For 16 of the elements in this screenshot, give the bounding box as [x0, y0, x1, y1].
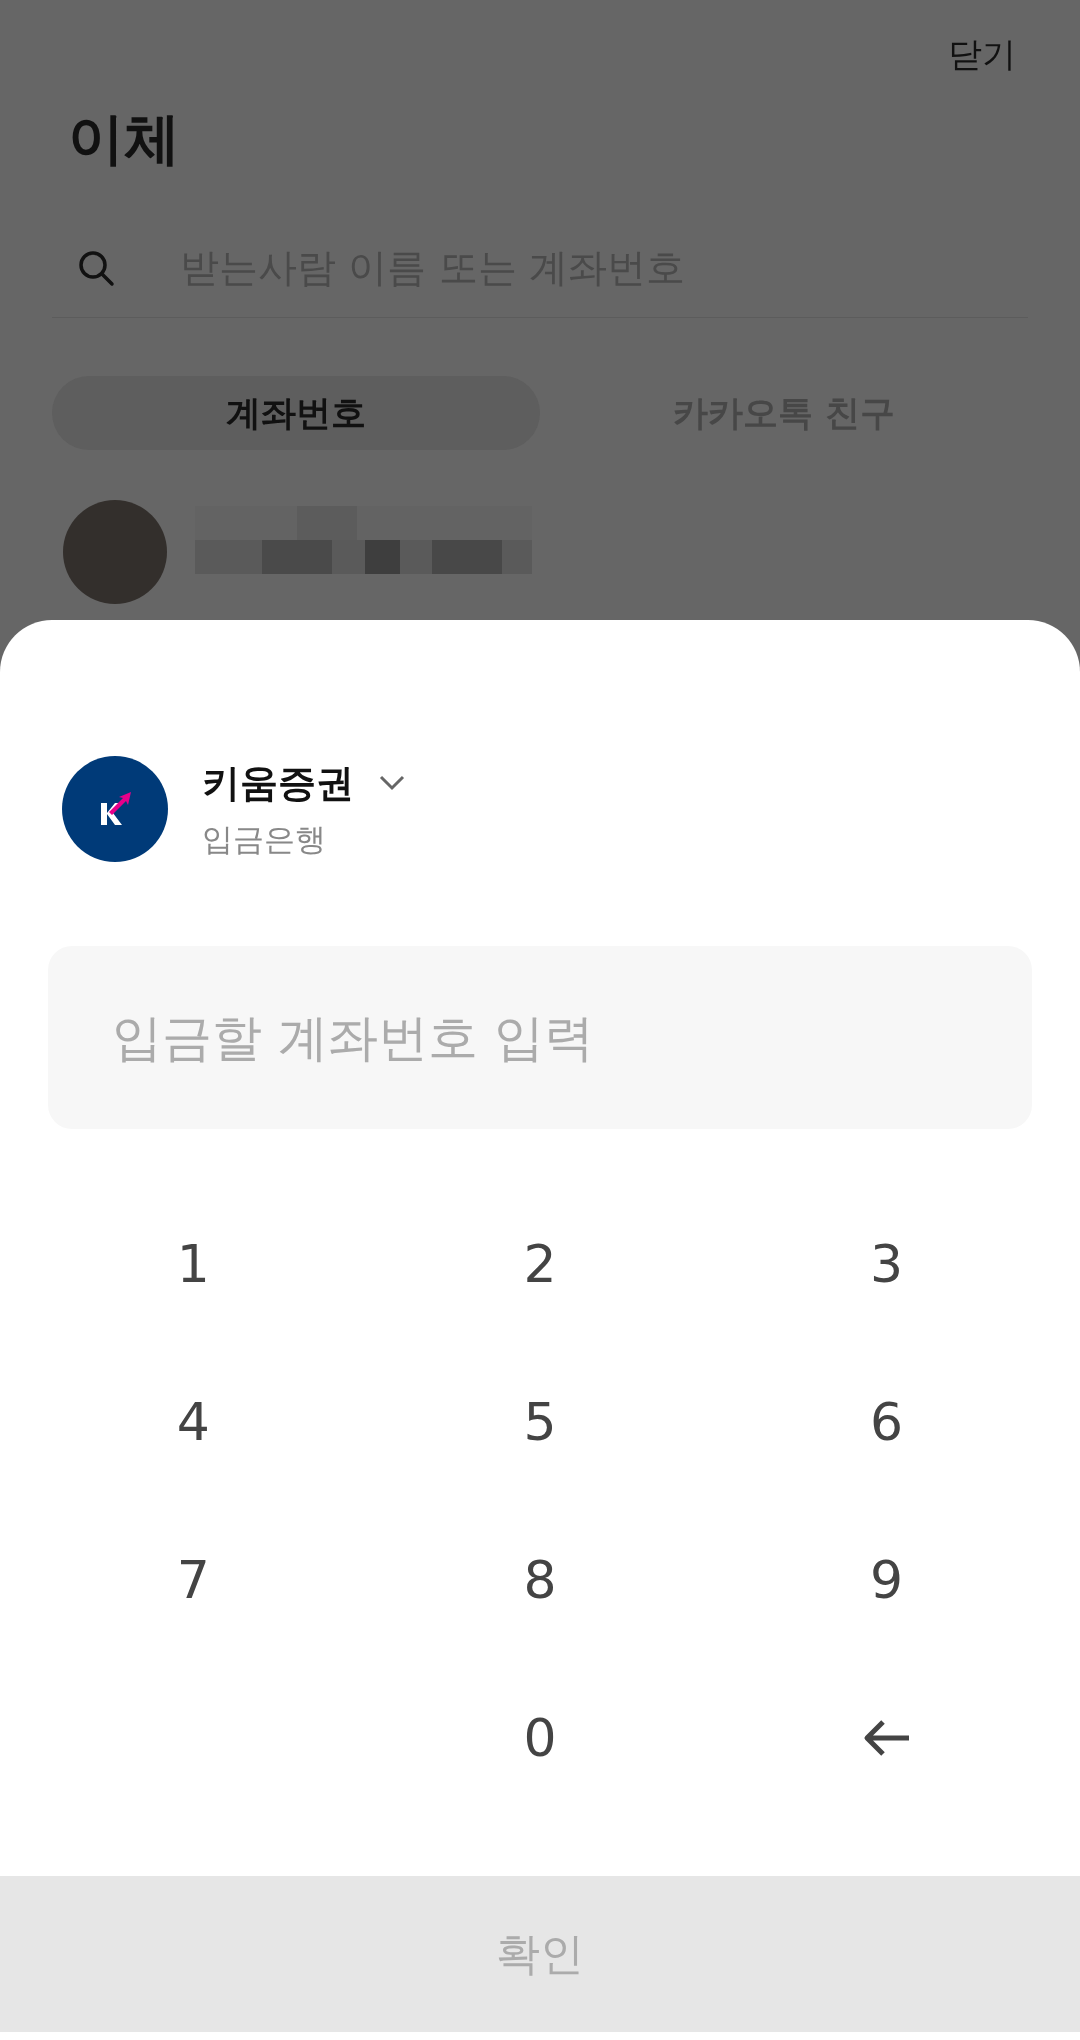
account-number-field[interactable]: 입금할 계좌번호 입력 [48, 946, 1032, 1129]
keypad-key[interactable]: 7 [152, 1540, 234, 1620]
page-title: 이체 [68, 105, 181, 173]
keypad-key[interactable]: 9 [846, 1540, 928, 1620]
bank-selector[interactable]: 키움증권 [202, 757, 406, 809]
bank-caption: 입금은행 [202, 819, 327, 859]
keypad-key[interactable]: 5 [499, 1382, 581, 1462]
chevron-down-icon [378, 774, 406, 792]
keypad-key[interactable]: 2 [499, 1224, 581, 1304]
keypad-key[interactable]: 6 [846, 1382, 928, 1462]
keypad-key[interactable]: 8 [499, 1540, 581, 1620]
keypad-key[interactable]: 4 [152, 1382, 234, 1462]
keypad-key[interactable]: 0 [499, 1698, 581, 1778]
bank-logo-icon [62, 756, 168, 862]
keypad-key[interactable]: 3 [846, 1224, 928, 1304]
keypad-key[interactable]: 1 [152, 1224, 234, 1304]
